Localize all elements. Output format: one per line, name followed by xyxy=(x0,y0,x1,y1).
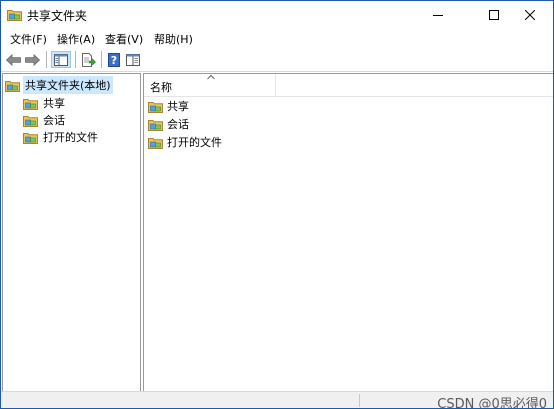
list-item-label: 打开的文件 xyxy=(167,136,222,149)
forward-arrow-icon xyxy=(25,53,40,66)
shared-folder-icon xyxy=(7,10,22,21)
minimize-button[interactable] xyxy=(415,1,461,28)
status-bar: CSDN @0思必得0 xyxy=(1,391,553,409)
tree-item-label: 共享 xyxy=(43,97,65,110)
tree-pane: 共享文件夹(本地) 共享 会话 打开的文件 xyxy=(2,73,141,392)
tree-item-label: 会话 xyxy=(43,114,65,127)
help-button[interactable]: ? xyxy=(106,51,121,68)
toolbar-separator xyxy=(46,51,47,68)
close-icon xyxy=(525,9,535,20)
app-window: 共享文件夹 文件(F) 操作(A) 查看(V) 帮助(H) ? 共享文件夹(本地… xyxy=(0,0,554,409)
shared-folder-icon xyxy=(5,80,20,92)
menu-action[interactable]: 操作(A) xyxy=(57,31,95,47)
tree-item-shares[interactable]: 共享 xyxy=(23,95,65,111)
shared-folder-icon xyxy=(23,98,38,110)
back-arrow-icon xyxy=(6,53,21,66)
tree-item-open-files[interactable]: 打开的文件 xyxy=(23,129,98,145)
column-name-label: 名称 xyxy=(150,81,172,94)
back-button[interactable] xyxy=(5,51,22,68)
help-icon: ? xyxy=(107,52,120,67)
export-list-icon xyxy=(82,52,96,67)
list-item[interactable]: 打开的文件 xyxy=(148,134,222,150)
shared-folder-icon xyxy=(23,115,38,127)
tree-item-sessions[interactable]: 会话 xyxy=(23,112,65,128)
list-item-label: 会话 xyxy=(167,118,189,131)
maximize-icon xyxy=(489,9,499,20)
list-item-label: 共享 xyxy=(167,100,189,113)
menu-help[interactable]: 帮助(H) xyxy=(154,31,193,47)
tree-item-label: 打开的文件 xyxy=(43,131,98,144)
menu-view[interactable]: 查看(V) xyxy=(105,31,143,47)
menu-file[interactable]: 文件(F) xyxy=(10,31,47,47)
toolbar-separator xyxy=(101,51,102,68)
column-divider[interactable] xyxy=(275,74,276,96)
toolbar-separator xyxy=(75,51,76,68)
forward-button[interactable] xyxy=(24,51,41,68)
shared-folder-icon xyxy=(148,119,163,131)
properties-view-icon xyxy=(125,53,140,66)
minimize-icon xyxy=(433,14,443,16)
column-header[interactable]: 名称 xyxy=(144,74,553,97)
list-item[interactable]: 会话 xyxy=(148,116,189,132)
svg-text:?: ? xyxy=(110,54,116,67)
shared-folder-icon xyxy=(148,137,163,149)
shared-folder-icon xyxy=(148,101,163,113)
export-list-button[interactable] xyxy=(80,51,97,68)
list-pane: 名称 共享 会话 打开的文件 xyxy=(143,73,553,392)
watermark-text: CSDN @0思必得0 xyxy=(437,397,547,409)
sort-ascending-icon xyxy=(207,74,215,80)
tree-root-label: 共享文件夹(本地) xyxy=(23,76,113,94)
status-divider xyxy=(359,394,360,407)
menu-bar: 文件(F) 操作(A) 查看(V) 帮助(H) xyxy=(1,28,553,47)
properties-view-button[interactable] xyxy=(124,51,141,68)
title-bar: 共享文件夹 xyxy=(1,1,553,28)
toolbar: ? xyxy=(1,48,553,72)
tree-root-item[interactable]: 共享文件夹(本地) xyxy=(5,76,113,94)
close-button[interactable] xyxy=(507,1,553,28)
show-hide-tree-icon xyxy=(54,53,68,66)
list-item[interactable]: 共享 xyxy=(148,98,189,114)
shared-folder-icon xyxy=(23,132,38,144)
window-title: 共享文件夹 xyxy=(27,9,88,23)
show-hide-tree-button[interactable] xyxy=(51,51,71,68)
